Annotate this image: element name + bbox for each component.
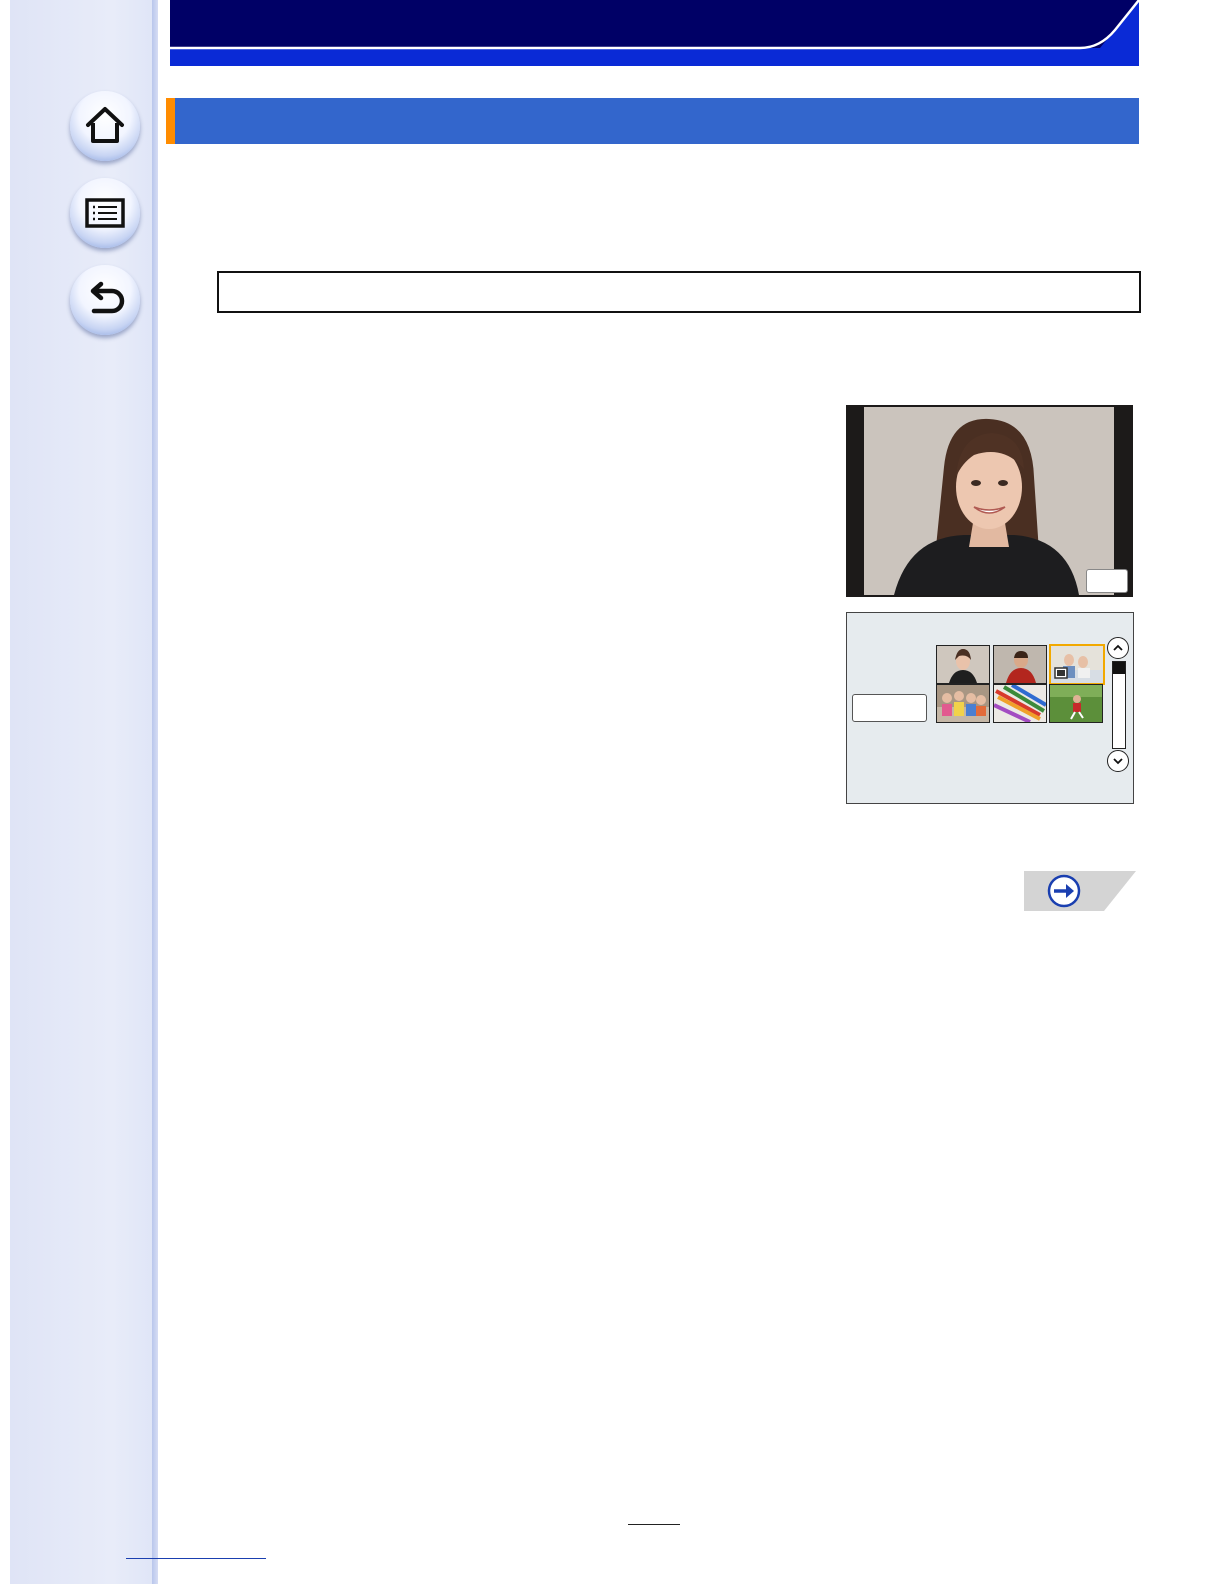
note-box xyxy=(217,271,1141,313)
scroll-down-button[interactable] xyxy=(1107,750,1129,772)
thumbnail-3[interactable] xyxy=(1049,644,1105,685)
playback-screen-illustration xyxy=(846,405,1133,597)
portrait-boy-thumb xyxy=(994,646,1046,683)
thumbnail-4[interactable] xyxy=(936,684,990,723)
thumbnail-2[interactable] xyxy=(993,645,1047,684)
next-page-button[interactable] xyxy=(1024,871,1136,911)
playback-badge xyxy=(1086,569,1128,593)
thumbnail-5[interactable] xyxy=(993,684,1047,723)
chevron-down-icon xyxy=(1113,758,1123,765)
home-icon xyxy=(86,107,124,143)
soccer-field-thumb xyxy=(1050,685,1102,722)
colored-pencils-thumb xyxy=(994,685,1046,722)
footer-link-underline[interactable] xyxy=(126,1558,266,1559)
chevron-up-icon xyxy=(1113,644,1123,651)
section-heading-bar xyxy=(166,98,1139,144)
scroll-up-button[interactable] xyxy=(1107,637,1129,659)
scrollbar-thumb[interactable] xyxy=(1113,662,1125,674)
portrait-photo xyxy=(864,407,1114,595)
thumbnail-label-field xyxy=(852,694,927,722)
back-arrow-icon xyxy=(90,281,125,314)
thumbnail-6[interactable] xyxy=(1049,684,1103,723)
section-heading-accent xyxy=(166,98,175,144)
sidebar-edge xyxy=(152,0,158,1584)
thumbnail-screen-illustration xyxy=(846,612,1134,804)
portrait-woman-thumb xyxy=(937,646,989,683)
home-button[interactable] xyxy=(70,91,140,161)
back-button[interactable] xyxy=(70,265,140,335)
contents-list-icon xyxy=(85,198,125,228)
family-thumb xyxy=(1051,646,1103,683)
thumbnail-scrollbar[interactable] xyxy=(1112,661,1126,749)
right-arrow-icon xyxy=(1047,874,1081,908)
contents-button[interactable] xyxy=(70,178,140,248)
portrait-woman-image xyxy=(864,407,1114,595)
children-group-thumb xyxy=(937,685,989,722)
thumbnail-1[interactable] xyxy=(936,645,990,684)
header-band xyxy=(170,0,1139,66)
page-number-underline xyxy=(628,1524,680,1525)
